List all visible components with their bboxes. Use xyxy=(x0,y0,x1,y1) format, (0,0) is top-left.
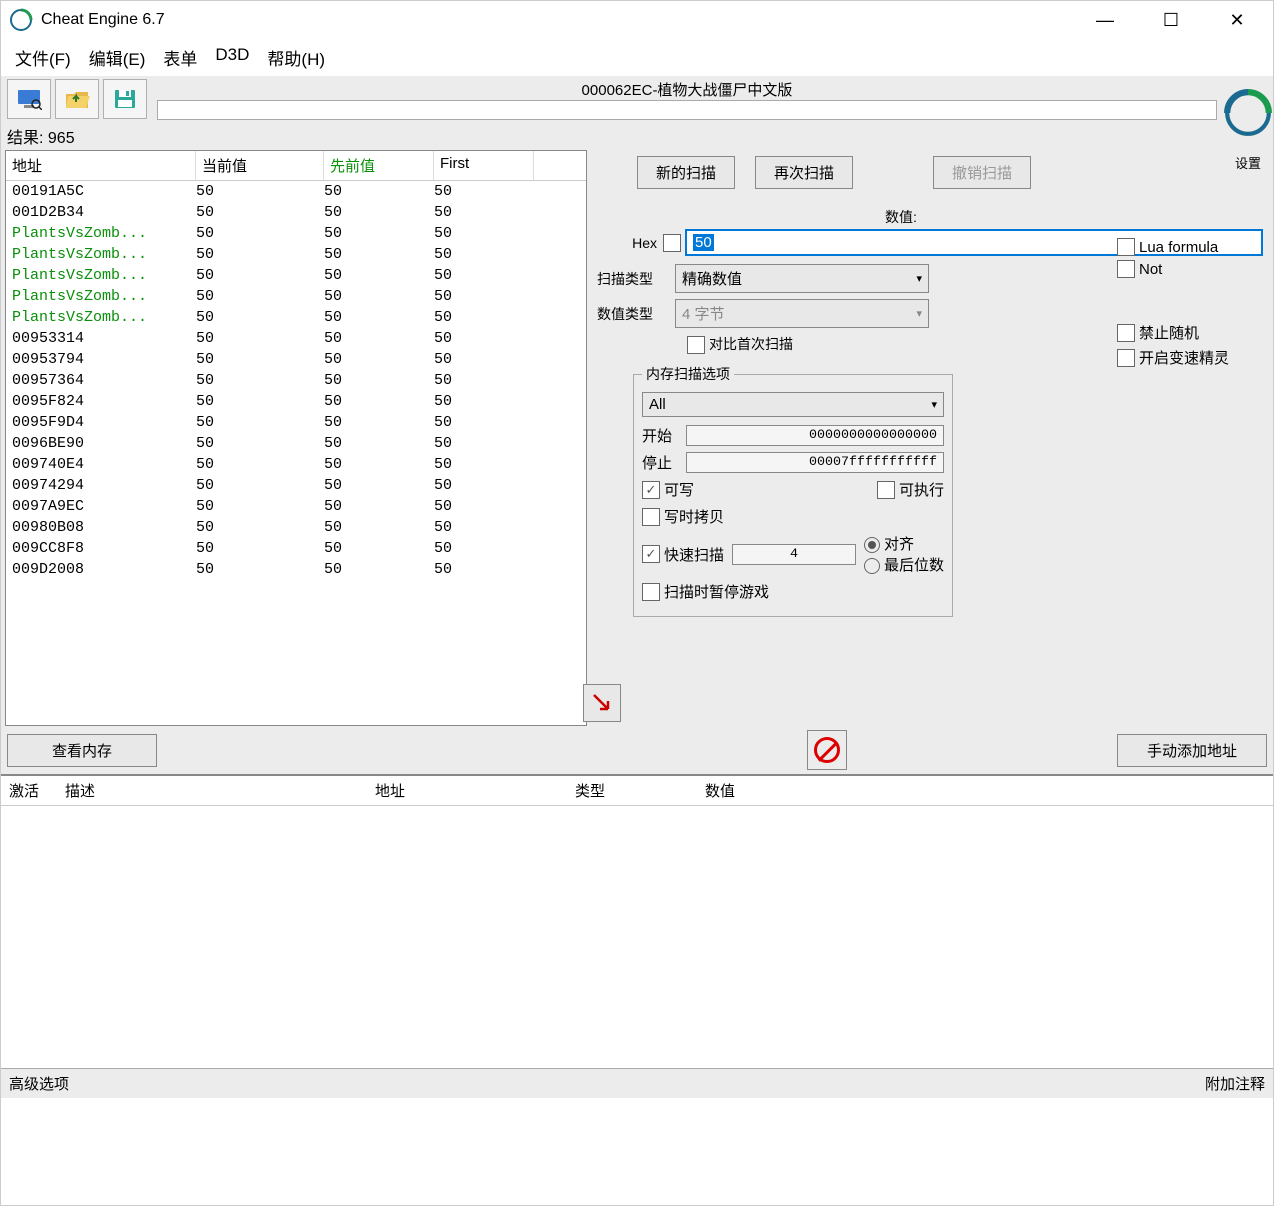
result-row[interactable]: 0097A9EC505050 xyxy=(6,496,586,517)
result-row[interactable]: 00974294505050 xyxy=(6,475,586,496)
lua-checkbox[interactable] xyxy=(1117,238,1135,256)
value-type-label: 数值类型 xyxy=(597,304,675,324)
statusbar: 高级选项 附加注释 xyxy=(1,1068,1273,1098)
advanced-options[interactable]: 高级选项 xyxy=(9,1073,69,1094)
add-to-list-button[interactable] xyxy=(583,684,621,722)
open-file-button[interactable] xyxy=(55,79,99,119)
no-random-checkbox[interactable] xyxy=(1117,324,1135,342)
menu-d3d[interactable]: D3D xyxy=(215,45,249,70)
menu-file[interactable]: 文件(F) xyxy=(15,45,71,70)
titlebar: Cheat Engine 6.7 — ☐ ✕ xyxy=(1,1,1273,39)
remove-button[interactable] xyxy=(807,730,847,770)
result-row[interactable]: 009D2008505050 xyxy=(6,559,586,580)
toolbar: 000062EC-植物大战僵尸中文版 xyxy=(1,76,1223,122)
compare-first-checkbox[interactable] xyxy=(687,336,705,354)
scan-type-label: 扫描类型 xyxy=(597,269,675,289)
ct-header-type[interactable]: 类型 xyxy=(567,776,697,805)
header-previous[interactable]: 先前值 xyxy=(324,151,434,180)
value-type-select: 4 字节▾ xyxy=(675,299,929,328)
hex-label: Hex xyxy=(597,235,657,251)
executable-checkbox[interactable] xyxy=(877,481,895,499)
hex-checkbox[interactable] xyxy=(663,234,681,252)
result-row[interactable]: 009CC8F8505050 xyxy=(6,538,586,559)
view-memory-button[interactable]: 查看内存 xyxy=(7,734,157,767)
result-row[interactable]: 0096BE90505050 xyxy=(6,433,586,454)
new-scan-button[interactable]: 新的扫描 xyxy=(637,156,735,189)
results-table[interactable]: 地址 当前值 先前值 First 00191A5C505050001D2B345… xyxy=(5,150,587,726)
ct-header-activate[interactable]: 激活 xyxy=(1,776,57,805)
scan-panel: 新的扫描 再次扫描 撤销扫描 数值: Hex 50 扫描类型 精确数值▾ 数值类… xyxy=(587,150,1273,726)
stop-address-input[interactable] xyxy=(686,452,944,473)
result-row[interactable]: 00953314505050 xyxy=(6,328,586,349)
header-address[interactable]: 地址 xyxy=(6,151,196,180)
no-entry-icon xyxy=(814,737,840,763)
speedhack-checkbox[interactable] xyxy=(1117,349,1135,367)
result-row[interactable]: PlantsVsZomb...505050 xyxy=(6,286,586,307)
annotate[interactable]: 附加注释 xyxy=(1205,1073,1265,1094)
memory-scan-options: 内存扫描选项 All▾ 开始 停止 可写可执行 写时拷贝 快速扫描 对齐 最后位… xyxy=(633,364,953,617)
next-scan-button[interactable]: 再次扫描 xyxy=(755,156,853,189)
result-row[interactable]: 0095F824505050 xyxy=(6,391,586,412)
result-row[interactable]: PlantsVsZomb...505050 xyxy=(6,265,586,286)
cow-checkbox[interactable] xyxy=(642,508,660,526)
ct-header-value[interactable]: 数值 xyxy=(697,776,1273,805)
not-checkbox[interactable] xyxy=(1117,260,1135,278)
last-digits-radio[interactable] xyxy=(864,558,880,574)
header-current[interactable]: 当前值 xyxy=(196,151,324,180)
fast-scan-checkbox[interactable] xyxy=(642,545,660,563)
scan-type-select[interactable]: 精确数值▾ xyxy=(675,264,929,293)
result-row[interactable]: 00191A5C505050 xyxy=(6,181,586,202)
menubar: 文件(F) 编辑(E) 表单 D3D 帮助(H) xyxy=(1,39,1273,76)
result-row[interactable]: 009740E4505050 xyxy=(6,454,586,475)
undo-scan-button: 撤销扫描 xyxy=(933,156,1031,189)
result-row[interactable]: 00980B08505050 xyxy=(6,517,586,538)
ct-header-description[interactable]: 描述 xyxy=(57,776,367,805)
minimize-button[interactable]: — xyxy=(1085,10,1125,31)
start-address-input[interactable] xyxy=(686,425,944,446)
menu-table[interactable]: 表单 xyxy=(163,45,197,70)
app-icon xyxy=(9,8,33,32)
open-process-button[interactable] xyxy=(7,79,51,119)
process-label: 000062EC-植物大战僵尸中文版 xyxy=(157,79,1217,100)
close-button[interactable]: ✕ xyxy=(1217,10,1257,31)
window-title: Cheat Engine 6.7 xyxy=(41,11,1085,29)
chevron-down-icon: ▾ xyxy=(916,307,922,320)
settings-logo[interactable]: 设置 xyxy=(1223,76,1273,150)
ct-header-address[interactable]: 地址 xyxy=(367,776,567,805)
fast-scan-value[interactable] xyxy=(732,544,856,565)
result-row[interactable]: 001D2B34505050 xyxy=(6,202,586,223)
aligned-radio[interactable] xyxy=(864,537,880,553)
progress-bar xyxy=(157,100,1217,120)
result-row[interactable]: PlantsVsZomb...505050 xyxy=(6,223,586,244)
menu-help[interactable]: 帮助(H) xyxy=(267,45,325,70)
save-button[interactable] xyxy=(103,79,147,119)
maximize-button[interactable]: ☐ xyxy=(1151,10,1191,31)
result-row[interactable]: PlantsVsZomb...505050 xyxy=(6,307,586,328)
result-row[interactable]: 00957364505050 xyxy=(6,370,586,391)
results-header: 地址 当前值 先前值 First xyxy=(6,151,586,181)
header-first[interactable]: First xyxy=(434,151,534,180)
result-row[interactable]: 0095F9D4505050 xyxy=(6,412,586,433)
pause-checkbox[interactable] xyxy=(642,583,660,601)
menu-edit[interactable]: 编辑(E) xyxy=(89,45,146,70)
chevron-down-icon: ▾ xyxy=(931,398,937,411)
memory-region-select[interactable]: All▾ xyxy=(642,392,944,417)
value-label: 数值: xyxy=(885,207,1263,227)
writable-checkbox[interactable] xyxy=(642,481,660,499)
cheat-table-header: 激活 描述 地址 类型 数值 xyxy=(1,774,1273,806)
cheat-table-body[interactable] xyxy=(1,806,1273,1068)
chevron-down-icon: ▾ xyxy=(916,272,922,285)
add-manual-button[interactable]: 手动添加地址 xyxy=(1117,734,1267,767)
results-count: 结果: 965 xyxy=(1,122,1223,150)
result-row[interactable]: PlantsVsZomb...505050 xyxy=(6,244,586,265)
result-row[interactable]: 00953794505050 xyxy=(6,349,586,370)
